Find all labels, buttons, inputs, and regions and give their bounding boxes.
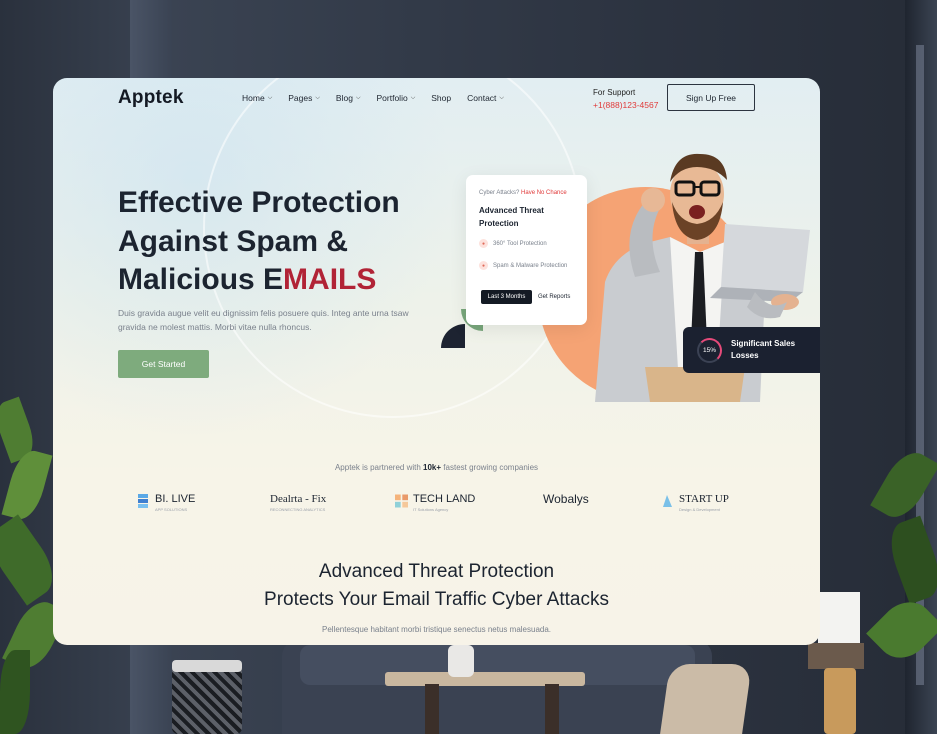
hero-title: Effective Protection Against Spam & Mali… (118, 184, 448, 300)
table-leg (545, 684, 559, 734)
section-title-line: Protects Your Email Traffic Cyber Attack… (264, 589, 609, 610)
nav-item-blog[interactable]: Blog ⌵ (336, 93, 361, 103)
section-description: Pellentesque habitant morbi tristique se… (321, 625, 552, 634)
feature-item: ● Spam & Malware Protection (479, 261, 567, 270)
lamp-stand (808, 643, 864, 669)
hero-title-line: Against Spam & (118, 224, 349, 258)
hero-title-accent: MAILS (283, 263, 377, 296)
nav-item-contact[interactable]: Contact ⌵ (467, 93, 504, 103)
caption-count: 10k+ (423, 463, 442, 472)
threat-protection-card: Cyber Attacks? Have No Chance Advanced T… (466, 175, 587, 325)
startup-logo-icon (663, 494, 672, 507)
support-label: For Support (593, 88, 636, 97)
nav-item-label: Shop (431, 93, 452, 103)
caption-text: fastest growing companies (443, 463, 539, 472)
chevron-down-icon: ⌵ (355, 94, 361, 101)
side-table (824, 668, 856, 734)
support-phone-link[interactable]: +1(888)123-4567 (593, 99, 658, 112)
main-nav: Home ⌵ Pages ⌵ Blog ⌵ Portfolio ⌵ Shop C… (242, 93, 504, 103)
hero-title-text: Malicious E (118, 263, 284, 296)
partner-tagline: RECONNECTING ANALYTICS (270, 507, 326, 512)
section-title-line: Advanced Threat Protection (318, 561, 555, 582)
nav-item-pages[interactable]: Pages ⌵ (288, 93, 320, 103)
nav-item-label: Blog (335, 93, 353, 103)
partner-logo-dealrta[interactable]: Dealrta - Fix RECONNECTING ANALYTICS (270, 489, 326, 512)
feature-label: Spam & Malware Protection (493, 262, 568, 269)
feature-item: ● 360° Tool Protection (479, 239, 547, 248)
logo[interactable]: Apptek (118, 87, 184, 109)
chevron-down-icon: ⌵ (410, 94, 416, 101)
nav-item-portfolio[interactable]: Portfolio ⌵ (377, 93, 416, 103)
get-reports-link[interactable]: Get Reports (538, 290, 570, 304)
vase (448, 645, 474, 677)
partners-caption: Apptek is partnered with 10k+ fastest gr… (53, 463, 820, 472)
chevron-down-icon: ⌵ (267, 94, 273, 101)
nav-item-label: Home (242, 93, 265, 103)
nav-item-label: Contact (467, 93, 497, 103)
lamp-shade (818, 592, 860, 644)
get-started-button[interactable]: Get Started (118, 350, 209, 378)
partner-logo-techland[interactable]: TECH LAND IT Solutions Agency (395, 489, 475, 512)
signup-button[interactable]: Sign Up Free (667, 84, 755, 111)
nav-item-label: Pages (288, 93, 313, 103)
partner-text: START UP Design & Development (679, 489, 729, 512)
hero-title-line: Effective Protection (118, 186, 400, 219)
partner-name: BI. LIVE (155, 493, 196, 505)
website-preview: Apptek Home ⌵ Pages ⌵ Blog ⌵ Portfolio ⌵… (53, 78, 820, 645)
partner-text: TECH LAND IT Solutions Agency (413, 489, 475, 512)
table-leg (425, 684, 439, 734)
stat-badge: 15% Significant Sales Losses (683, 327, 820, 373)
partner-logo-startup[interactable]: START UP Design & Development (661, 489, 729, 512)
nav-item-label: Portfolio (376, 93, 408, 103)
partner-name: START UP (679, 493, 729, 505)
partner-name: TECH LAND (413, 493, 476, 505)
stat-label: Significant Sales Losses (731, 339, 796, 360)
stat-progress-ring: 15% (697, 338, 722, 363)
nav-item-shop[interactable]: Shop (431, 93, 451, 103)
card-kicker: Cyber Attacks? Have No Chance (479, 190, 567, 196)
caption-text: Apptek is partnered with (334, 463, 421, 472)
partner-tagline: IT Solutions Agency (413, 507, 449, 512)
partner-name: Dealrta - Fix (270, 493, 327, 505)
partner-tagline: Design & Development (679, 507, 720, 512)
chevron-down-icon: ⌵ (499, 94, 504, 101)
partner-text: Dealrta - Fix RECONNECTING ANALYTICS (270, 489, 326, 512)
feature-label: 360° Tool Protection (493, 240, 547, 247)
partner-text: BI. LIVE APP SOLUTIONS (155, 489, 195, 512)
nav-item-home[interactable]: Home ⌵ (242, 93, 272, 103)
bilive-logo-icon (138, 493, 148, 508)
plant-pot-rim (172, 660, 242, 672)
shield-icon: ● (479, 239, 488, 248)
partner-logo-bilive[interactable]: BI. LIVE APP SOLUTIONS (137, 489, 195, 512)
card-kicker-accent: Have No Chance (521, 190, 567, 196)
techland-logo-icon (395, 494, 408, 507)
chevron-down-icon: ⌵ (315, 94, 320, 101)
last-3-months-button[interactable]: Last 3 Months (481, 290, 532, 304)
support-contact: For Support +1(888)123-4567 (593, 86, 658, 112)
section-title: Advanced Threat Protection Protects Your… (53, 558, 820, 614)
partner-logo-wobalys[interactable]: Wobalys (543, 492, 589, 506)
partner-tagline: APP SOLUTIONS (155, 507, 188, 512)
chair (660, 664, 752, 734)
card-title: Advanced Threat Protection (479, 206, 544, 228)
hero-description: Duis gravida augue velit eu dignissim fe… (118, 308, 409, 332)
card-kicker-text: Cyber Attacks? (479, 190, 520, 196)
plant-leaf (0, 650, 30, 734)
malware-icon: ● (479, 261, 488, 270)
hero-title-line: Malicious EMAILS (118, 261, 448, 300)
partner-name: Wobalys (543, 492, 589, 506)
